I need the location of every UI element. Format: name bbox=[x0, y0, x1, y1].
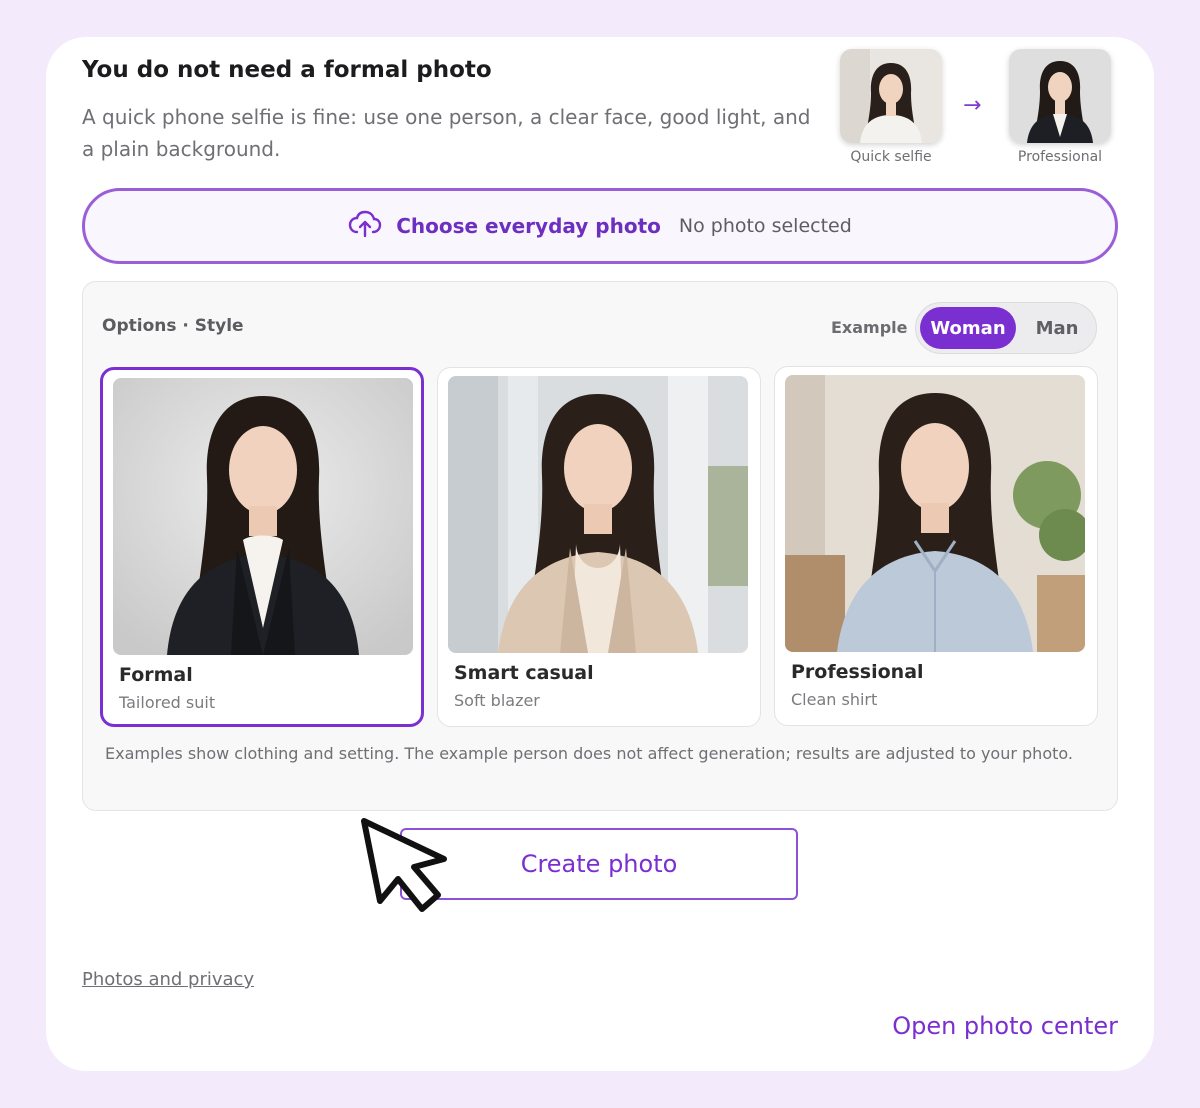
options-panel: Options · Style Example Woman Man Formal… bbox=[82, 281, 1118, 811]
toggle-woman[interactable]: Woman bbox=[920, 307, 1016, 349]
cloud-upload-icon bbox=[348, 210, 382, 242]
toggle-man[interactable]: Man bbox=[1020, 307, 1094, 349]
style-name: Smart casual bbox=[454, 662, 594, 684]
professional-caption: Professional bbox=[1017, 149, 1103, 165]
professional-example-image bbox=[785, 375, 1085, 652]
selfie-caption: Quick selfie bbox=[850, 149, 932, 165]
style-card-smart-casual[interactable]: Smart casual Soft blazer bbox=[437, 367, 761, 727]
page-title: You do not need a formal photo bbox=[82, 57, 492, 83]
photos-privacy-link[interactable]: Photos and privacy bbox=[82, 969, 254, 990]
arrow-right-icon: → bbox=[963, 93, 982, 118]
formal-example-image bbox=[113, 378, 413, 655]
style-card-professional[interactable]: Professional Clean shirt bbox=[774, 366, 1098, 726]
example-label: Example bbox=[831, 318, 908, 337]
style-card-formal[interactable]: Formal Tailored suit bbox=[100, 367, 424, 727]
upload-status: No photo selected bbox=[678, 215, 852, 237]
options-note: Examples show clothing and setting. The … bbox=[105, 744, 1073, 763]
page-subtitle: A quick phone selfie is fine: use one pe… bbox=[82, 105, 811, 161]
style-name: Formal bbox=[119, 664, 193, 686]
options-label: Options · Style bbox=[102, 316, 244, 336]
selfie-thumbnail bbox=[840, 49, 942, 143]
style-desc: Tailored suit bbox=[119, 693, 216, 712]
choose-photo-label: Choose everyday photo bbox=[396, 214, 661, 238]
main-card: You do not need a formal photo A quick p… bbox=[46, 37, 1154, 1071]
style-name: Professional bbox=[791, 661, 924, 683]
style-desc: Soft blazer bbox=[454, 691, 540, 710]
smart-casual-example-image bbox=[448, 376, 748, 653]
style-desc: Clean shirt bbox=[791, 690, 878, 709]
choose-photo-button[interactable]: Choose everyday photo No photo selected bbox=[82, 188, 1118, 264]
professional-thumbnail bbox=[1009, 49, 1111, 143]
open-photo-center-link[interactable]: Open photo center bbox=[892, 1012, 1118, 1040]
mouse-pointer-icon bbox=[358, 815, 462, 923]
example-gender-toggle: Woman Man bbox=[915, 302, 1097, 354]
